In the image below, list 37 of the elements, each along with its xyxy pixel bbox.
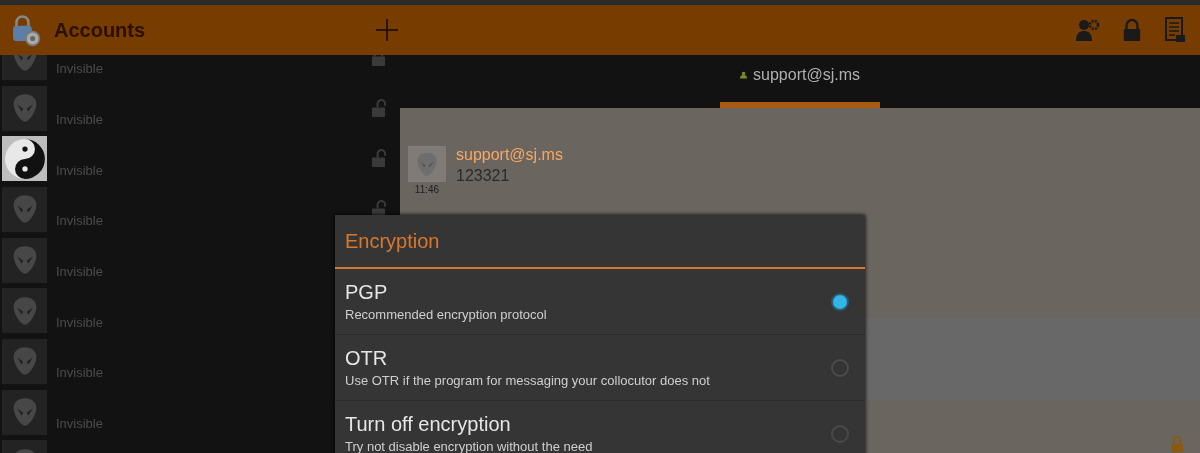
account-status: Invisible	[56, 213, 103, 229]
account-status: Invisible	[56, 365, 103, 381]
encryption-option[interactable]: OTR Use OTR if the program for messaging your collocutor does not	[335, 335, 865, 401]
alien-icon	[11, 93, 38, 124]
account-status: Invisible	[56, 61, 103, 77]
account-status: Invisible	[56, 314, 103, 330]
option-title: OTR	[345, 347, 389, 370]
alien-icon	[11, 194, 38, 225]
account-status: Invisible	[56, 264, 103, 280]
option-title: Turn off encryption	[345, 413, 512, 436]
alien-icon	[11, 397, 38, 428]
user-gear-icon[interactable]	[1074, 17, 1100, 43]
option-description: Use OTR if the program for messaging your collocutor does not	[345, 373, 711, 388]
document-icon[interactable]	[1164, 17, 1186, 43]
alien-icon	[11, 245, 38, 276]
open-lock-icon[interactable]	[371, 149, 386, 169]
lock-icon[interactable]	[1122, 18, 1142, 42]
account-status: Invisible	[56, 162, 103, 178]
radio-button[interactable]	[831, 292, 849, 311]
option-description: Recommended encryption protocol	[345, 307, 548, 322]
alien-icon	[11, 346, 38, 377]
encryption-option[interactable]: PGP Recommended encryption protocol	[335, 269, 865, 335]
message-time: 11:46	[414, 184, 440, 195]
option-title: PGP	[345, 281, 389, 304]
option-description: Try not disable encryption without the need	[345, 439, 594, 453]
account-status: Invisible	[56, 416, 103, 432]
account-status: Invisible	[56, 112, 103, 128]
open-lock-icon[interactable]	[371, 98, 386, 118]
dialog-title: Encryption	[335, 215, 865, 269]
app-title: Accounts	[54, 18, 146, 42]
alien-icon	[11, 295, 38, 326]
message-sender: support@sj.ms	[456, 146, 563, 164]
add-icon[interactable]	[375, 18, 400, 42]
encryption-option[interactable]: Turn off encryption Try not disable encryption without the need	[335, 401, 865, 453]
message-text: 123321	[456, 167, 511, 185]
lock-icon	[1170, 436, 1184, 453]
alien-icon	[416, 151, 438, 177]
